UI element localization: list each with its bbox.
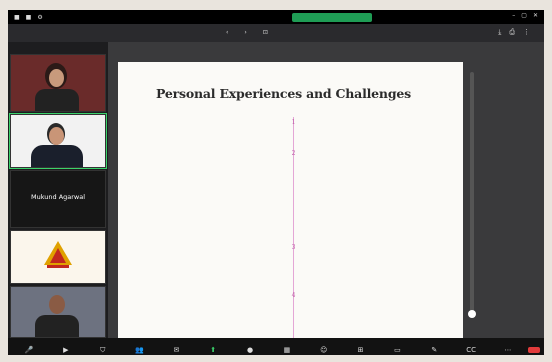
ellipsis-icon: ⋯ bbox=[504, 346, 512, 354]
timeline-node: 3 bbox=[291, 244, 296, 251]
people-icon: 👥 bbox=[135, 346, 144, 354]
captions-icon: CC bbox=[466, 346, 477, 354]
notes-button[interactable]: ✎ bbox=[417, 346, 451, 355]
whiteboard-button[interactable]: ▭ bbox=[380, 346, 414, 355]
apps-icon: ⊞ bbox=[357, 346, 364, 354]
record-icon: ● bbox=[247, 346, 254, 354]
smile-icon: ☺ bbox=[320, 346, 328, 354]
participant-tile[interactable] bbox=[10, 54, 106, 112]
toolbar-tools: ⤓ ⎙ ⋮ bbox=[498, 28, 530, 37]
page-controls: ‹ › ⊡ bbox=[226, 29, 268, 36]
prev-page-icon[interactable]: ‹ bbox=[226, 29, 228, 36]
participant-body bbox=[31, 145, 83, 167]
settings-icon[interactable]: ⚙ bbox=[37, 14, 42, 21]
microphone-icon: 🎤 bbox=[24, 346, 34, 354]
close-icon[interactable]: ✕ bbox=[533, 12, 538, 19]
mute-button[interactable]: 🎤 bbox=[12, 346, 46, 355]
chat-button[interactable]: ✉ bbox=[159, 346, 193, 355]
captions-button[interactable]: CC bbox=[454, 346, 488, 355]
meeting-icon: ■ bbox=[25, 13, 32, 21]
slide-title: Personal Experiences and Challenges bbox=[156, 86, 411, 101]
security-button[interactable]: ⛉ bbox=[86, 346, 120, 355]
presentation-toolbar: ‹ › ⊡ ⤓ ⎙ ⋮ bbox=[8, 24, 544, 42]
print-icon[interactable]: ⎙ bbox=[509, 28, 515, 37]
end-meeting-button[interactable] bbox=[527, 347, 540, 353]
more-icon[interactable]: ⋮ bbox=[523, 28, 530, 37]
grid-icon: ▦ bbox=[283, 346, 291, 354]
participant-face bbox=[49, 295, 65, 314]
more-button[interactable]: ⋯ bbox=[491, 346, 525, 355]
app-icon: ■ bbox=[14, 13, 20, 21]
document-page: Personal Experiences and Challenges 1 2 … bbox=[118, 62, 463, 342]
camera-icon: ▶ bbox=[63, 346, 69, 354]
participant-tile-logo[interactable] bbox=[10, 230, 106, 284]
reactions-button[interactable]: ☺ bbox=[307, 346, 341, 355]
participant-strip: Mukund Agarwal bbox=[9, 44, 107, 338]
document-scrollbar[interactable] bbox=[470, 72, 474, 312]
fit-page-icon[interactable]: ⊡ bbox=[263, 29, 268, 36]
breakout-rooms-button[interactable]: ▦ bbox=[270, 346, 304, 355]
top-bar-right: – ▢ ✕ bbox=[512, 12, 538, 19]
timeline-node: 1 bbox=[291, 119, 296, 126]
shield-icon: ⛉ bbox=[100, 346, 106, 354]
share-icon: ⬆ bbox=[210, 346, 217, 354]
minimize-icon[interactable]: – bbox=[512, 12, 515, 19]
participant-tile-active[interactable] bbox=[9, 113, 107, 169]
record-button[interactable]: ● bbox=[233, 346, 267, 355]
participant-tile[interactable] bbox=[10, 286, 106, 338]
screen-share-indicator[interactable] bbox=[292, 13, 372, 22]
top-bar: ■ ■ ⚙ bbox=[8, 10, 544, 24]
participant-body bbox=[35, 89, 79, 111]
timeline-node: 4 bbox=[291, 292, 296, 299]
video-button[interactable]: ▶ bbox=[49, 346, 83, 355]
download-icon[interactable]: ⤓ bbox=[498, 28, 501, 37]
timeline-node: 2 bbox=[291, 150, 296, 157]
share-screen-button[interactable]: ⬆ bbox=[196, 346, 230, 355]
participant-tile-camera-off[interactable]: Mukund Agarwal bbox=[10, 170, 106, 228]
notes-icon: ✎ bbox=[431, 346, 438, 354]
screen: ■ ■ ⚙ – ▢ ✕ ‹ › ⊡ ⤓ ⎙ ⋮ Mukund Agarwal P… bbox=[8, 10, 544, 355]
meeting-toolbar: 🎤 ▶ ⛉ 👥 ✉ ⬆ ● ▦ ☺ ⊞ ▭ ✎ CC ⋯ bbox=[8, 338, 544, 355]
participant-body bbox=[35, 315, 79, 337]
participant-face bbox=[49, 127, 64, 145]
institution-logo-icon bbox=[44, 241, 72, 268]
participant-face bbox=[49, 69, 64, 87]
participant-name: Mukund Agarwal bbox=[30, 193, 86, 201]
next-page-icon[interactable]: › bbox=[244, 29, 246, 36]
shared-document-area: Personal Experiences and Challenges 1 2 … bbox=[108, 42, 544, 342]
apps-button[interactable]: ⊞ bbox=[344, 346, 378, 355]
maximize-icon[interactable]: ▢ bbox=[521, 12, 527, 19]
chat-icon: ✉ bbox=[173, 346, 180, 354]
whiteboard-icon: ▭ bbox=[394, 346, 401, 354]
floating-action-icon[interactable] bbox=[468, 310, 476, 318]
participants-button[interactable]: 👥 bbox=[123, 346, 157, 355]
